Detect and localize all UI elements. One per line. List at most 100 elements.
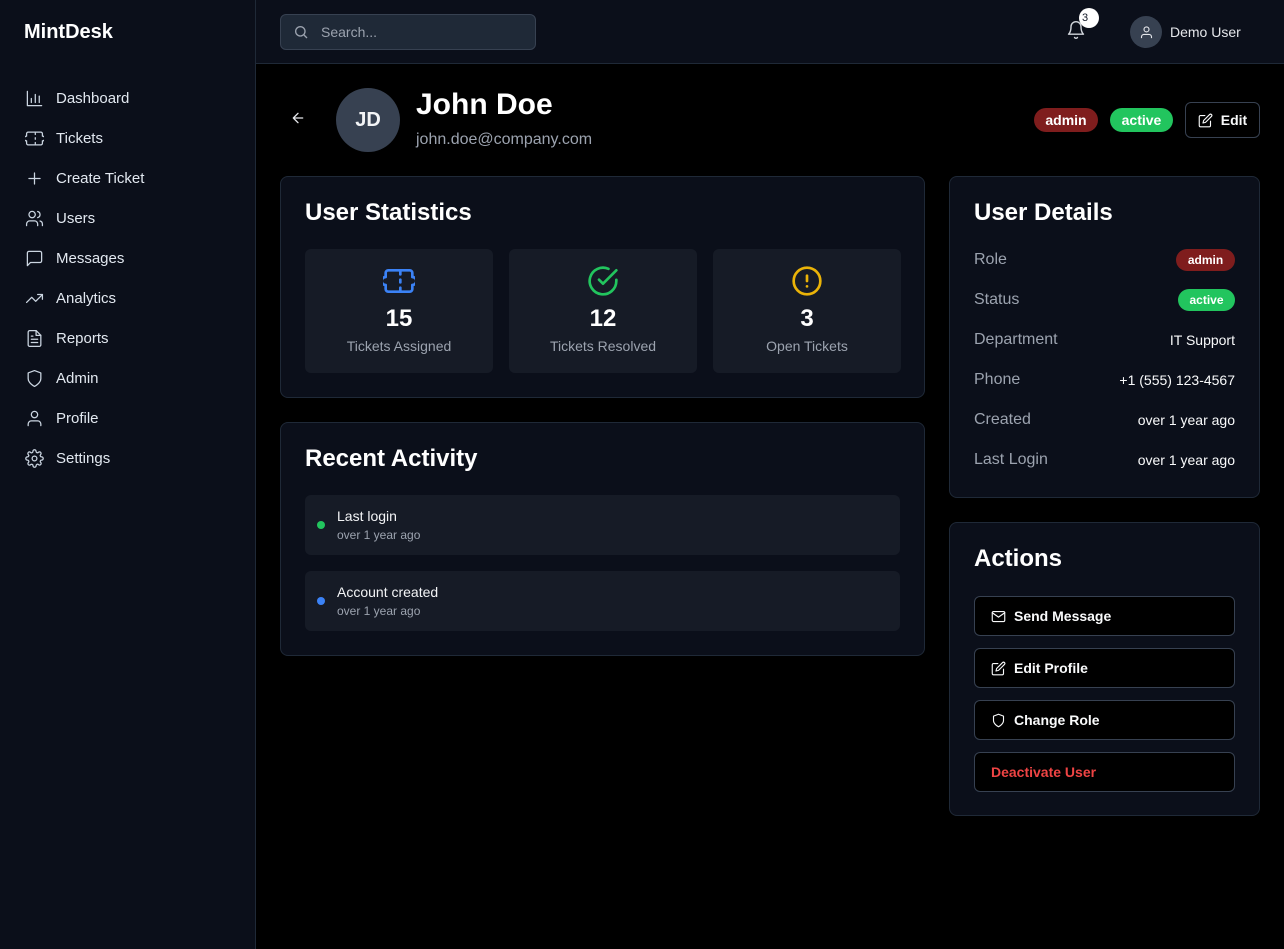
sidebar-item-label: Analytics (56, 289, 117, 307)
detail-label: Created (974, 411, 1031, 428)
status-dot (317, 597, 325, 605)
role-badge: admin (1034, 108, 1098, 132)
back-button[interactable] (290, 110, 310, 130)
detail-label: Last Login (974, 451, 1048, 468)
search-box[interactable] (280, 13, 536, 50)
search-icon (295, 25, 308, 38)
stat-open-tickets: 3 Open Tickets (713, 249, 901, 373)
stat-label: Open Tickets (766, 338, 848, 354)
sidebar-item-label: Messages (56, 249, 125, 267)
sidebar-item-messages[interactable]: Messages (0, 238, 255, 278)
detail-value: over 1 year ago (1137, 452, 1235, 468)
content: JD John Doe john.doe@company.com admin a… (256, 64, 1284, 949)
gear-icon (24, 448, 44, 468)
status-badge: active (1178, 289, 1235, 311)
sidebar-item-label: Create Ticket (56, 169, 145, 187)
user-icon (1140, 25, 1152, 38)
sidebar-item-label: Users (56, 209, 96, 227)
status-badge: active (1110, 108, 1173, 132)
search-input[interactable] (321, 23, 521, 40)
card-title: Recent Activity (305, 445, 478, 472)
stat-label: Tickets Resolved (549, 338, 657, 354)
user-name: Demo User (1170, 24, 1241, 40)
check-circle-icon (587, 265, 619, 297)
sidebar-item-label: Tickets (56, 129, 103, 147)
edit-icon (1198, 113, 1213, 127)
detail-label: Role (974, 251, 1007, 268)
profile-avatar: JD (336, 88, 400, 152)
deactivate-user-button[interactable]: Deactivate User (974, 752, 1235, 792)
detail-value: IT Support (1169, 332, 1235, 348)
plus-icon (24, 168, 44, 188)
stat-label: Tickets Assigned (346, 338, 452, 354)
activity-time: over 1 year ago (337, 528, 421, 542)
detail-row-created: Created over 1 year ago (974, 409, 1235, 433)
ticket-icon (380, 265, 418, 297)
sidebar-item-tickets[interactable]: Tickets (0, 118, 255, 158)
users-icon (24, 208, 44, 228)
detail-row-role: Role admin (974, 249, 1235, 273)
file-text-icon (24, 328, 44, 348)
brand-logo[interactable]: MintDesk (0, 0, 255, 64)
detail-label: Department (974, 331, 1058, 348)
sidebar: MintDesk Dashboard Tickets Create Ticket… (0, 0, 256, 949)
activity-title: Last login (337, 508, 397, 524)
trending-up-icon (24, 288, 44, 308)
stat-tickets-resolved: 12 Tickets Resolved (509, 249, 697, 373)
sidebar-item-analytics[interactable]: Analytics (0, 278, 255, 318)
mail-icon (991, 610, 1006, 622)
button-label: Deactivate User (991, 764, 1097, 780)
main-area: 3 Demo User JD John Doe john.doe@company… (256, 0, 1284, 949)
activity-item-account-created: Account created over 1 year ago (305, 571, 900, 631)
recent-activity-card: Recent Activity Last login over 1 year a… (280, 422, 925, 656)
edit-profile-button[interactable]: Edit Profile (974, 648, 1235, 688)
alert-circle-icon (791, 265, 823, 297)
stat-value: 12 (589, 305, 617, 332)
sidebar-item-admin[interactable]: Admin (0, 358, 255, 398)
stat-value: 3 (800, 305, 814, 332)
detail-row-department: Department IT Support (974, 329, 1235, 353)
card-title: User Details (974, 199, 1113, 226)
sidebar-nav: Dashboard Tickets Create Ticket Users Me… (0, 64, 255, 478)
detail-label: Phone (974, 371, 1021, 388)
change-role-button[interactable]: Change Role (974, 700, 1235, 740)
notifications-button[interactable]: 3 (1066, 8, 1099, 44)
role-badge: admin (1176, 249, 1235, 271)
sidebar-item-label: Dashboard (56, 89, 130, 107)
send-message-button[interactable]: Send Message (974, 596, 1235, 636)
notification-count-badge: 3 (1079, 8, 1099, 28)
edit-icon (991, 661, 1006, 675)
sidebar-item-settings[interactable]: Settings (0, 438, 255, 478)
user-icon (24, 408, 44, 428)
user-statistics-card: User Statistics 15 Tickets Assigned 12 T… (280, 176, 925, 398)
bar-chart-icon (24, 88, 44, 108)
button-label: Send Message (1014, 608, 1112, 624)
user-details-card: User Details Role admin Status active De… (949, 176, 1260, 498)
button-label: Change Role (1014, 712, 1100, 728)
edit-button-label: Edit (1220, 112, 1248, 128)
detail-row-status: Status active (974, 289, 1235, 313)
sidebar-item-dashboard[interactable]: Dashboard (0, 78, 255, 118)
actions-card: Actions Send Message Edit Profile Change… (949, 522, 1260, 816)
sidebar-item-reports[interactable]: Reports (0, 318, 255, 358)
shield-icon (992, 713, 1005, 727)
page-title: John Doe (416, 88, 553, 121)
status-dot (317, 521, 325, 529)
edit-button[interactable]: Edit (1185, 102, 1260, 138)
card-title: User Statistics (305, 199, 472, 226)
user-menu[interactable]: Demo User (1130, 16, 1241, 48)
button-label: Edit Profile (1014, 660, 1088, 676)
sidebar-item-profile[interactable]: Profile (0, 398, 255, 438)
sidebar-item-create-ticket[interactable]: Create Ticket (0, 158, 255, 198)
detail-label: Status (974, 291, 1020, 308)
profile-email: john.doe@company.com (416, 131, 593, 148)
sidebar-item-label: Settings (56, 449, 111, 467)
card-title: Actions (974, 545, 1063, 572)
stat-value: 15 (385, 305, 413, 332)
sidebar-item-users[interactable]: Users (0, 198, 255, 238)
arrow-left-icon (292, 112, 304, 124)
shield-icon (24, 368, 44, 388)
topbar: 3 Demo User (256, 0, 1284, 64)
detail-row-last-login: Last Login over 1 year ago (974, 449, 1235, 473)
message-icon (24, 248, 44, 268)
